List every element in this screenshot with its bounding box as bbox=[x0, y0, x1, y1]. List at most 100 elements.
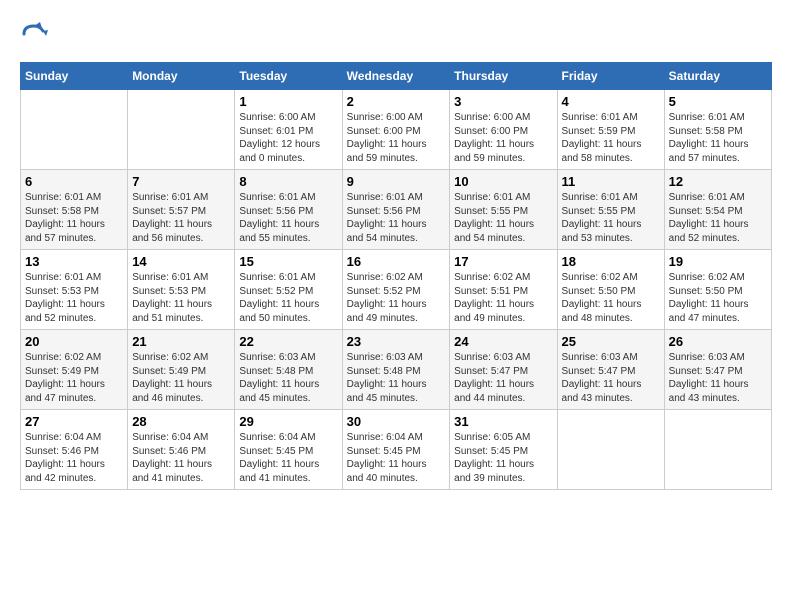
day-cell: 20Sunrise: 6:02 AM Sunset: 5:49 PM Dayli… bbox=[21, 330, 128, 410]
day-number: 18 bbox=[562, 254, 660, 269]
day-cell: 24 Sunrise: 6:03 AM Sunset: 5:47 PM Dayli… bbox=[450, 330, 557, 410]
day-number: 14 bbox=[132, 254, 230, 269]
day-info: Sunrise: 6:02 AM Sunset: 5:51 PM Dayligh… bbox=[454, 271, 552, 325]
day-number: 31 bbox=[454, 414, 552, 429]
week-row-1: 1Sunrise: 6:00 AM Sunset: 6:01 PM Daylig… bbox=[21, 90, 772, 170]
day-number: 29 bbox=[239, 414, 337, 429]
day-cell: 10 Sunrise: 6:01 AM Sunset: 5:55 PM Dayli… bbox=[450, 170, 557, 250]
day-number: 9 bbox=[347, 174, 446, 189]
day-info: Sunrise: 6:03 AM Sunset: 5:48 PM Dayligh… bbox=[347, 351, 446, 405]
day-number: 10 bbox=[454, 174, 552, 189]
day-cell: 25 Sunrise: 6:03 AM Sunset: 5:47 PM Dayli… bbox=[557, 330, 664, 410]
day-cell: 19 Sunrise: 6:02 AM Sunset: 5:50 PM Dayli… bbox=[664, 250, 771, 330]
day-number: 2 bbox=[347, 94, 446, 109]
day-cell: 29 Sunrise: 6:04 AM Sunset: 5:45 PM Dayli… bbox=[235, 410, 342, 490]
day-number: 5 bbox=[669, 94, 767, 109]
day-cell: 28Sunrise: 6:04 AM Sunset: 5:46 PM Dayli… bbox=[128, 410, 235, 490]
day-info: Sunrise: 6:01 AM Sunset: 5:57 PM Dayligh… bbox=[132, 191, 230, 245]
day-header-saturday: Saturday bbox=[664, 63, 771, 90]
day-info: Sunrise: 6:00 AM Sunset: 6:00 PM Dayligh… bbox=[454, 111, 552, 165]
day-cell: 18 Sunrise: 6:02 AM Sunset: 5:50 PM Dayli… bbox=[557, 250, 664, 330]
day-info: Sunrise: 6:01 AM Sunset: 5:58 PM Dayligh… bbox=[25, 191, 123, 245]
day-info: Sunrise: 6:02 AM Sunset: 5:50 PM Dayligh… bbox=[562, 271, 660, 325]
day-number: 13 bbox=[25, 254, 123, 269]
day-cell: 21 Sunrise: 6:02 AM Sunset: 5:49 PM Dayli… bbox=[128, 330, 235, 410]
day-cell: 31Sunrise: 6:05 AM Sunset: 5:45 PM Dayli… bbox=[450, 410, 557, 490]
day-cell: 23 Sunrise: 6:03 AM Sunset: 5:48 PM Dayli… bbox=[342, 330, 450, 410]
day-number: 23 bbox=[347, 334, 446, 349]
day-cell: 3 Sunrise: 6:00 AM Sunset: 6:00 PM Daylig… bbox=[450, 90, 557, 170]
day-cell bbox=[21, 90, 128, 170]
week-row-3: 13 Sunrise: 6:01 AM Sunset: 5:53 PM Dayli… bbox=[21, 250, 772, 330]
day-cell: 15 Sunrise: 6:01 AM Sunset: 5:52 PM Dayli… bbox=[235, 250, 342, 330]
day-cell: 9 Sunrise: 6:01 AM Sunset: 5:56 PM Daylig… bbox=[342, 170, 450, 250]
day-info: Sunrise: 6:01 AM Sunset: 5:52 PM Dayligh… bbox=[239, 271, 337, 325]
day-cell: 27 Sunrise: 6:04 AM Sunset: 5:46 PM Dayli… bbox=[21, 410, 128, 490]
day-info: Sunrise: 6:04 AM Sunset: 5:46 PM Dayligh… bbox=[25, 431, 123, 485]
day-number: 30 bbox=[347, 414, 446, 429]
day-number: 25 bbox=[562, 334, 660, 349]
day-cell bbox=[664, 410, 771, 490]
day-info: Sunrise: 6:02 AM Sunset: 5:52 PM Dayligh… bbox=[347, 271, 446, 325]
week-row-2: 6Sunrise: 6:01 AM Sunset: 5:58 PM Daylig… bbox=[21, 170, 772, 250]
day-number: 20 bbox=[25, 334, 123, 349]
day-number: 27 bbox=[25, 414, 123, 429]
day-number: 21 bbox=[132, 334, 230, 349]
day-header-wednesday: Wednesday bbox=[342, 63, 450, 90]
day-info: Sunrise: 6:01 AM Sunset: 5:55 PM Dayligh… bbox=[454, 191, 552, 245]
day-number: 8 bbox=[239, 174, 337, 189]
day-header-monday: Monday bbox=[128, 63, 235, 90]
day-info: Sunrise: 6:00 AM Sunset: 6:01 PM Dayligh… bbox=[239, 111, 337, 165]
day-number: 12 bbox=[669, 174, 767, 189]
day-cell: 26 Sunrise: 6:03 AM Sunset: 5:47 PM Dayli… bbox=[664, 330, 771, 410]
day-info: Sunrise: 6:03 AM Sunset: 5:47 PM Dayligh… bbox=[454, 351, 552, 405]
day-info: Sunrise: 6:03 AM Sunset: 5:48 PM Dayligh… bbox=[239, 351, 337, 405]
day-number: 11 bbox=[562, 174, 660, 189]
calendar-container: SundayMondayTuesdayWednesdayThursdayFrid… bbox=[0, 0, 792, 500]
day-info: Sunrise: 6:03 AM Sunset: 5:47 PM Dayligh… bbox=[669, 351, 767, 405]
day-cell: 2 Sunrise: 6:00 AM Sunset: 6:00 PM Daylig… bbox=[342, 90, 450, 170]
day-number: 26 bbox=[669, 334, 767, 349]
day-info: Sunrise: 6:02 AM Sunset: 5:50 PM Dayligh… bbox=[669, 271, 767, 325]
day-cell bbox=[128, 90, 235, 170]
day-number: 28 bbox=[132, 414, 230, 429]
day-number: 16 bbox=[347, 254, 446, 269]
day-number: 7 bbox=[132, 174, 230, 189]
day-info: Sunrise: 6:01 AM Sunset: 5:54 PM Dayligh… bbox=[669, 191, 767, 245]
day-cell: 16 Sunrise: 6:02 AM Sunset: 5:52 PM Dayli… bbox=[342, 250, 450, 330]
day-header-sunday: Sunday bbox=[21, 63, 128, 90]
day-number: 15 bbox=[239, 254, 337, 269]
day-cell: 14 Sunrise: 6:01 AM Sunset: 5:53 PM Dayli… bbox=[128, 250, 235, 330]
day-number: 4 bbox=[562, 94, 660, 109]
day-cell: 6Sunrise: 6:01 AM Sunset: 5:58 PM Daylig… bbox=[21, 170, 128, 250]
day-info: Sunrise: 6:02 AM Sunset: 5:49 PM Dayligh… bbox=[132, 351, 230, 405]
day-cell: 4 Sunrise: 6:01 AM Sunset: 5:59 PM Daylig… bbox=[557, 90, 664, 170]
day-cell: 12 Sunrise: 6:01 AM Sunset: 5:54 PM Dayli… bbox=[664, 170, 771, 250]
day-info: Sunrise: 6:01 AM Sunset: 5:56 PM Dayligh… bbox=[347, 191, 446, 245]
day-info: Sunrise: 6:01 AM Sunset: 5:59 PM Dayligh… bbox=[562, 111, 660, 165]
day-info: Sunrise: 6:01 AM Sunset: 5:53 PM Dayligh… bbox=[132, 271, 230, 325]
logo bbox=[20, 20, 54, 48]
day-number: 17 bbox=[454, 254, 552, 269]
day-header-tuesday: Tuesday bbox=[235, 63, 342, 90]
day-header-friday: Friday bbox=[557, 63, 664, 90]
day-info: Sunrise: 6:04 AM Sunset: 5:45 PM Dayligh… bbox=[347, 431, 446, 485]
calendar-table: SundayMondayTuesdayWednesdayThursdayFrid… bbox=[20, 62, 772, 490]
day-info: Sunrise: 6:04 AM Sunset: 5:45 PM Dayligh… bbox=[239, 431, 337, 485]
day-cell: 30 Sunrise: 6:04 AM Sunset: 5:45 PM Dayli… bbox=[342, 410, 450, 490]
day-cell bbox=[557, 410, 664, 490]
day-info: Sunrise: 6:00 AM Sunset: 6:00 PM Dayligh… bbox=[347, 111, 446, 165]
day-cell: 5 Sunrise: 6:01 AM Sunset: 5:58 PM Daylig… bbox=[664, 90, 771, 170]
day-cell: 11Sunrise: 6:01 AM Sunset: 5:55 PM Dayli… bbox=[557, 170, 664, 250]
day-header-thursday: Thursday bbox=[450, 63, 557, 90]
day-info: Sunrise: 6:01 AM Sunset: 5:58 PM Dayligh… bbox=[669, 111, 767, 165]
logo-icon bbox=[20, 20, 48, 48]
day-number: 3 bbox=[454, 94, 552, 109]
day-info: Sunrise: 6:03 AM Sunset: 5:47 PM Dayligh… bbox=[562, 351, 660, 405]
header-row: SundayMondayTuesdayWednesdayThursdayFrid… bbox=[21, 63, 772, 90]
day-number: 24 bbox=[454, 334, 552, 349]
day-cell: 7 Sunrise: 6:01 AM Sunset: 5:57 PM Daylig… bbox=[128, 170, 235, 250]
week-row-4: 20 Sunrise: 6:02 AM Sunset: 5:49 PM Dayli… bbox=[21, 330, 772, 410]
day-number: 22 bbox=[239, 334, 337, 349]
day-number: 19 bbox=[669, 254, 767, 269]
